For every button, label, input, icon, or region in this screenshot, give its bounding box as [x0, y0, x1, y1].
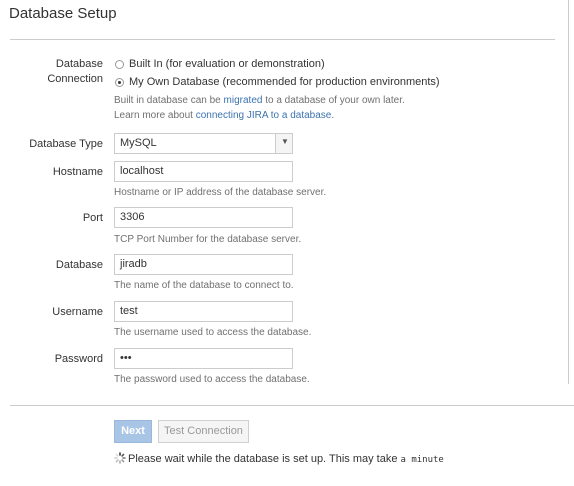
- username-label: Username: [52, 306, 103, 318]
- port-input[interactable]: 3306: [114, 207, 293, 228]
- radio-built-in[interactable]: [115, 60, 124, 69]
- test-connection-button[interactable]: Test Connection: [158, 420, 249, 443]
- connection-help-learn: Learn more about connecting JIRA to a da…: [114, 109, 334, 122]
- database-value: jiradb: [120, 258, 147, 270]
- port-value: 3306: [120, 211, 145, 223]
- radio-own-database[interactable]: [115, 78, 124, 87]
- help-migrate-suffix: to a database of your own later.: [262, 95, 405, 106]
- hostname-help: Hostname or IP address of the database s…: [114, 187, 327, 198]
- connecting-jira-link[interactable]: connecting JIRA to a database: [196, 110, 332, 121]
- connection-label-line1: Database: [55, 58, 103, 70]
- help-learn-prefix: Learn more about: [114, 110, 196, 121]
- connection-help-migrate: Built in database can be migrated to a d…: [114, 94, 405, 107]
- help-migrate-prefix: Built in database can be: [114, 95, 224, 106]
- spinner-icon: [114, 452, 126, 464]
- connection-label-line2: Connection: [47, 73, 103, 85]
- top-divider: [10, 39, 555, 40]
- status-message: Please wait while the database is set up…: [128, 453, 444, 465]
- password-value: •••: [120, 352, 132, 364]
- migrated-link[interactable]: migrated: [224, 95, 263, 106]
- db-type-label: Database Type: [29, 138, 103, 150]
- password-input[interactable]: •••: [114, 348, 293, 369]
- page-right-border: [568, 0, 569, 384]
- status-message-mono: a minute: [400, 455, 444, 465]
- radio-built-in-label[interactable]: Built In (for evaluation or demonstratio…: [129, 57, 325, 71]
- database-input[interactable]: jiradb: [114, 254, 293, 275]
- port-label: Port: [82, 212, 103, 224]
- db-type-value: MySQL: [120, 137, 157, 149]
- db-type-dropdown-button[interactable]: ▼: [275, 134, 292, 153]
- database-help: The name of the database to connect to.: [114, 280, 294, 291]
- chevron-down-icon: ▼: [281, 137, 289, 146]
- database-label: Database: [55, 259, 103, 271]
- username-input[interactable]: test: [114, 301, 293, 322]
- help-learn-suffix: .: [331, 110, 335, 121]
- hostname-value: localhost: [120, 165, 164, 177]
- next-button[interactable]: Next: [114, 420, 152, 443]
- page-title: Database Setup: [9, 5, 117, 22]
- password-label: Password: [54, 353, 103, 365]
- password-help: The password used to access the database…: [114, 374, 310, 385]
- hostname-input[interactable]: localhost: [114, 161, 293, 182]
- username-help: The username used to access the database…: [114, 327, 312, 338]
- status-message-main: Please wait while the database is set up…: [128, 453, 401, 465]
- radio-own-database-label[interactable]: My Own Database (recommended for product…: [129, 75, 440, 89]
- hostname-label: Hostname: [52, 166, 103, 178]
- port-help: TCP Port Number for the database server.: [114, 234, 302, 245]
- bottom-divider: [10, 405, 574, 406]
- username-value: test: [120, 305, 138, 317]
- db-type-select[interactable]: MySQL ▼: [114, 133, 293, 154]
